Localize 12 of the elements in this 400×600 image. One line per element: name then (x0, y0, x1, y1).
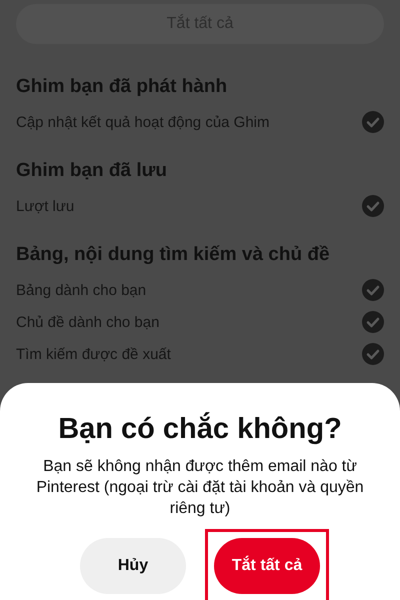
section-heading: Ghim bạn đã phát hành (16, 76, 228, 98)
checkbox[interactable] (362, 195, 384, 217)
checkbox[interactable] (362, 111, 384, 133)
section-heading: Ghim bạn đã lưu (16, 160, 168, 182)
turn-off-all-button[interactable]: Tắt tất cả (214, 538, 320, 594)
checkbox[interactable] (362, 311, 384, 333)
section-heading: Bảng, nội dung tìm kiếm và chủ đề (16, 244, 331, 266)
checkbox[interactable] (362, 343, 384, 365)
dialog-title: Bạn có chắc không? (58, 413, 342, 446)
checkbox[interactable] (362, 279, 384, 301)
dialog-message: Bạn sẽ không nhận được thêm email nào từ Pinterest (ngoại trừ cài đặt tài khoản và quyền riêng tư) (35, 457, 365, 519)
cancel-button[interactable]: Hủy (80, 538, 186, 594)
